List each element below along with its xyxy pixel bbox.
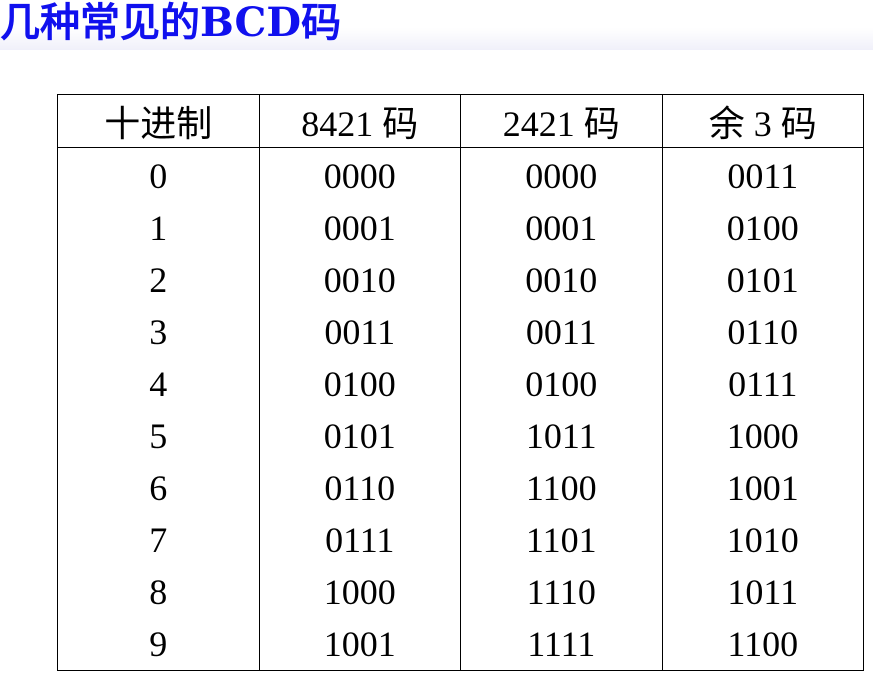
cell-decimal: 7 <box>57 514 260 566</box>
cell-excess-3: 1001 <box>661 462 864 514</box>
header-excess-3: 余 3 码 <box>661 94 864 148</box>
cell-2421: 1101 <box>460 514 663 566</box>
cell-8421: 0001 <box>258 202 461 254</box>
cell-8421: 0011 <box>258 306 461 358</box>
cell-decimal: 3 <box>57 306 260 358</box>
cell-decimal: 8 <box>57 566 260 618</box>
table-row: 0 0000 0000 0011 <box>57 147 864 202</box>
cell-decimal: 9 <box>57 618 260 671</box>
cell-excess-3: 1100 <box>661 618 864 671</box>
cell-decimal: 1 <box>57 202 260 254</box>
title-bar: 几种常见的BCD码 <box>0 0 873 50</box>
cell-excess-3: 0110 <box>661 306 864 358</box>
cell-excess-3: 1010 <box>661 514 864 566</box>
cell-2421: 1100 <box>460 462 663 514</box>
table-row: 5 0101 1011 1000 <box>57 410 864 462</box>
table-row: 4 0100 0100 0111 <box>57 358 864 410</box>
cell-2421: 1011 <box>460 410 663 462</box>
page-title: 几种常见的BCD码 <box>0 0 342 46</box>
header-2421: 2421 码 <box>460 94 663 148</box>
cell-decimal: 0 <box>57 147 260 202</box>
table-row: 3 0011 0011 0110 <box>57 306 864 358</box>
cell-8421: 1001 <box>258 618 461 671</box>
cell-8421: 0100 <box>258 358 461 410</box>
cell-2421: 0011 <box>460 306 663 358</box>
cell-8421: 0010 <box>258 254 461 306</box>
table-row: 9 1001 1111 1100 <box>57 618 864 671</box>
cell-2421: 0000 <box>460 147 663 202</box>
table-row: 8 1000 1110 1011 <box>57 566 864 618</box>
cell-8421: 0000 <box>258 147 461 202</box>
table-row: 7 0111 1101 1010 <box>57 514 864 566</box>
bcd-code-table: 十进制 8421 码 2421 码 余 3 码 0 0000 0000 0011… <box>57 94 864 671</box>
cell-2421: 0100 <box>460 358 663 410</box>
cell-decimal: 6 <box>57 462 260 514</box>
cell-decimal: 2 <box>57 254 260 306</box>
cell-decimal: 4 <box>57 358 260 410</box>
cell-8421: 0110 <box>258 462 461 514</box>
cell-8421: 1000 <box>258 566 461 618</box>
cell-2421: 1110 <box>460 566 663 618</box>
cell-excess-3: 1000 <box>661 410 864 462</box>
cell-excess-3: 0111 <box>661 358 864 410</box>
table-header: 十进制 8421 码 2421 码 余 3 码 <box>57 94 864 148</box>
table-row: 2 0010 0010 0101 <box>57 254 864 306</box>
cell-decimal: 5 <box>57 410 260 462</box>
table-row: 1 0001 0001 0100 <box>57 202 864 254</box>
cell-excess-3: 0100 <box>661 202 864 254</box>
cell-excess-3: 0101 <box>661 254 864 306</box>
cell-8421: 0111 <box>258 514 461 566</box>
cell-excess-3: 1011 <box>661 566 864 618</box>
table-body: 0 0000 0000 0011 1 0001 0001 0100 2 0010… <box>57 147 864 671</box>
header-8421: 8421 码 <box>258 94 461 148</box>
cell-2421: 0001 <box>460 202 663 254</box>
table-row: 6 0110 1100 1001 <box>57 462 864 514</box>
cell-2421: 1111 <box>460 618 663 671</box>
cell-2421: 0010 <box>460 254 663 306</box>
cell-excess-3: 0011 <box>661 147 864 202</box>
header-row: 十进制 8421 码 2421 码 余 3 码 <box>57 94 864 148</box>
cell-8421: 0101 <box>258 410 461 462</box>
header-decimal: 十进制 <box>57 94 260 148</box>
